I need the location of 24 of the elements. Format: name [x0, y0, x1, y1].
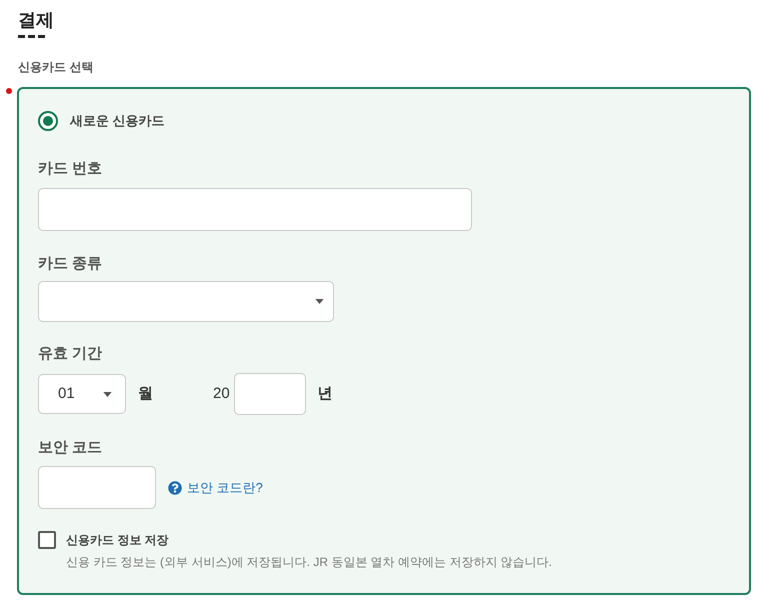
section-subtitle: 신용카드 선택 [18, 59, 94, 75]
month-unit: 월 [138, 384, 153, 404]
year-input-field[interactable] [234, 373, 306, 415]
field-label: 보안 코드 [38, 438, 102, 458]
year-unit: 년 [318, 384, 333, 404]
checkbox-label: 신용카드 정보 저장 [66, 532, 169, 548]
input-field[interactable] [38, 188, 472, 231]
dashed-underline [18, 35, 45, 38]
caret-icon [315, 299, 324, 304]
field-label: 유효 기간 [38, 344, 102, 364]
caret-icon [103, 392, 112, 396]
help-icon [168, 480, 182, 494]
save-description: 신용 카드 정보는 (외부 서비스)에 저장됩니다. JR 동일본 열차 예약에는 저장하지 않습니다. [66, 554, 552, 570]
section-title: 결제 [18, 9, 54, 32]
security-code-help-link[interactable]: 보안 코드란? [187, 478, 263, 496]
select-field[interactable] [38, 281, 334, 322]
field-label: 카드 번호 [38, 159, 102, 179]
security-code-field[interactable] [38, 466, 156, 509]
month-select[interactable]: 01 [38, 374, 126, 414]
year-prefix: 20 [213, 384, 230, 404]
radio-button[interactable] [38, 111, 58, 131]
checkbox[interactable] [38, 531, 56, 549]
radio-label: 새로운 신용카드 [70, 112, 165, 130]
field-label: 카드 종류 [38, 254, 102, 274]
